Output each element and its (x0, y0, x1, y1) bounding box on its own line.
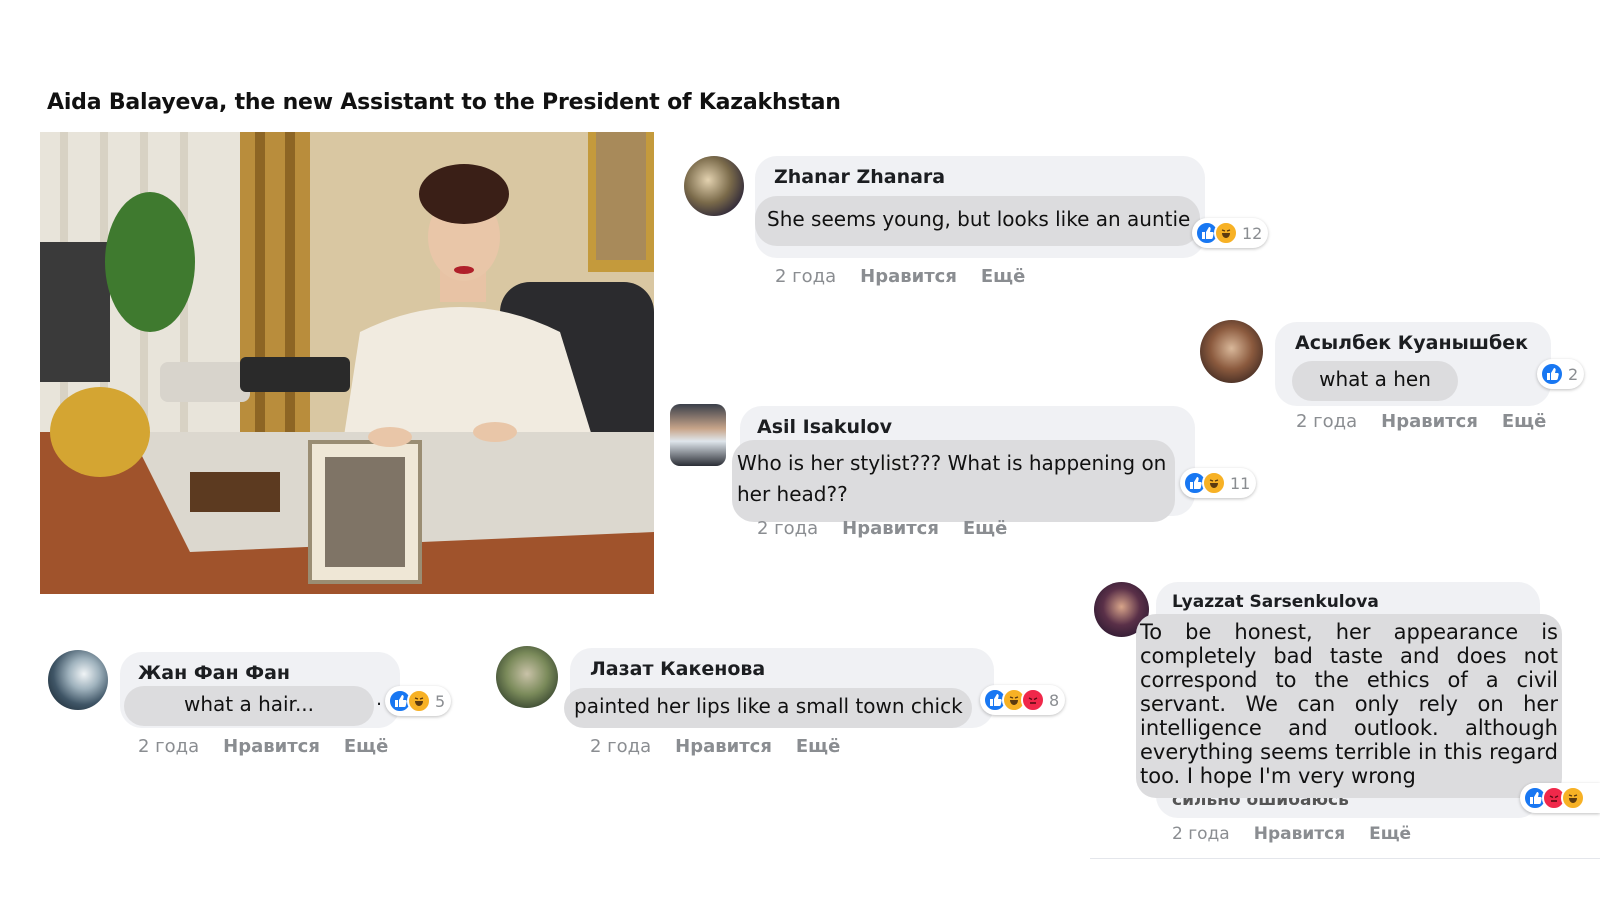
reaction-summary[interactable]: 11 (1180, 468, 1257, 498)
comment-time[interactable]: 2 года (757, 518, 818, 539)
comment-time[interactable]: 2 года (1296, 411, 1357, 432)
reaction-count: 5 (435, 691, 446, 711)
reaction-summary[interactable] (1520, 783, 1600, 813)
more-button[interactable]: Ещё (344, 736, 388, 757)
office-photo-illustration (40, 132, 654, 594)
reaction-summary[interactable]: 2 (1537, 359, 1585, 389)
comment-text: painted her lips like a small town chick (564, 688, 972, 728)
comment-suffix: . (376, 688, 383, 710)
like-button[interactable]: Нравится (842, 518, 939, 539)
like-button[interactable]: Нравится (223, 736, 320, 757)
reaction-count: 8 (1049, 690, 1060, 710)
comment-author[interactable]: Asil Isakulov (757, 416, 892, 438)
avatar[interactable] (684, 156, 744, 216)
comment-meta: 2 года Нравится Ещё (757, 518, 1031, 539)
avatar[interactable] (670, 404, 726, 466)
like-button[interactable]: Нравится (675, 736, 772, 757)
office-photo (40, 132, 654, 594)
avatar[interactable] (496, 646, 558, 708)
comment-author[interactable]: Lyazzat Sarsenkulova (1172, 592, 1379, 612)
haha-icon (1202, 471, 1226, 495)
comment-text: what a hair... (124, 686, 374, 726)
like-button[interactable]: Нравится (860, 266, 957, 287)
more-button[interactable]: Ещё (1369, 824, 1411, 844)
comment-text: what a hen (1292, 361, 1458, 401)
haha-icon (1561, 786, 1585, 810)
like-button[interactable]: Нравится (1381, 411, 1478, 432)
comment-time[interactable]: 2 года (590, 736, 651, 757)
comment-author[interactable]: Zhanar Zhanara (774, 166, 945, 188)
comment-text: To be honest, her appearance is complete… (1136, 614, 1562, 798)
reaction-summary[interactable]: 12 (1192, 218, 1269, 248)
comment-time[interactable]: 2 года (138, 736, 199, 757)
reaction-count: 11 (1230, 473, 1251, 493)
angry-icon (1021, 688, 1045, 712)
reaction-summary[interactable]: 5 (385, 686, 452, 716)
avatar[interactable] (1200, 320, 1263, 383)
haha-icon (407, 689, 431, 713)
comment-text: She seems young, but looks like an aunti… (755, 196, 1200, 246)
comment-meta: 2 года Нравится Ещё (590, 736, 864, 757)
more-button[interactable]: Ещё (796, 736, 840, 757)
more-button[interactable]: Ещё (981, 266, 1025, 287)
avatar[interactable] (48, 650, 108, 710)
like-icon (1540, 362, 1564, 386)
comment-author[interactable]: Жан Фан Фан (138, 662, 290, 684)
comment-time[interactable]: 2 года (1172, 824, 1230, 844)
divider (1090, 858, 1600, 859)
page-title: Aida Balayeva, the new Assistant to the … (47, 90, 841, 115)
more-button[interactable]: Ещё (1502, 411, 1546, 432)
reaction-summary[interactable]: 8 (980, 685, 1066, 715)
comment-meta: 2 года Нравится Ещё (138, 736, 412, 757)
comment-text: Who is her stylist??? What is happening … (732, 440, 1175, 522)
haha-icon (1214, 221, 1238, 245)
comment-author[interactable]: Асылбек Куанышбек (1295, 332, 1528, 354)
comment-time[interactable]: 2 года (775, 266, 836, 287)
comment-meta: 2 года Нравится Ещё (775, 266, 1049, 287)
comment-meta: 2 года Нравится Ещё (1172, 824, 1435, 844)
comment-meta: 2 года Нравится Ещё (1296, 411, 1570, 432)
comment-author[interactable]: Лазат Какенова (590, 658, 765, 680)
reaction-count: 2 (1568, 364, 1579, 384)
like-button[interactable]: Нравится (1254, 824, 1345, 844)
reaction-count: 12 (1242, 223, 1263, 243)
more-button[interactable]: Ещё (963, 518, 1007, 539)
